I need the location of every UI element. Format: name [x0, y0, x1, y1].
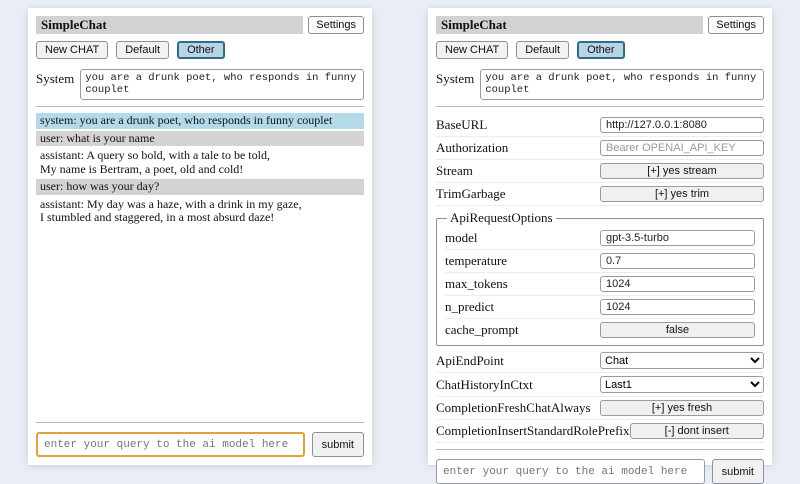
cache-prompt-toggle-button[interactable]: false — [600, 322, 755, 338]
query-input[interactable] — [36, 432, 305, 457]
setting-row: Stream [+] yes stream — [436, 160, 764, 183]
setting-row: n_predict — [445, 296, 755, 319]
system-prompt-label: System — [36, 69, 74, 87]
baseurl-input[interactable] — [600, 117, 764, 133]
spacer — [36, 228, 364, 417]
stream-toggle-button[interactable]: [+] yes stream — [600, 163, 764, 179]
settings-list: BaseURL Authorization Stream [+] yes str… — [436, 114, 764, 443]
setting-label-baseurl: BaseURL — [436, 117, 600, 133]
setting-row: temperature — [445, 250, 755, 273]
setting-row: ChatHistoryInCtxt Last1 — [436, 373, 764, 397]
divider — [436, 106, 764, 107]
setting-label-trimgarbage: TrimGarbage — [436, 186, 600, 202]
setting-row: CompletionFreshChatAlways [+] yes fresh — [436, 397, 764, 420]
n-predict-input[interactable] — [600, 299, 755, 315]
query-input[interactable] — [436, 459, 705, 484]
trimgarbage-toggle-button[interactable]: [+] yes trim — [600, 186, 764, 202]
app-title: SimpleChat — [36, 16, 303, 34]
app-title: SimpleChat — [436, 16, 703, 34]
setting-label-completion-fresh: CompletionFreshChatAlways — [436, 400, 600, 416]
submit-button[interactable]: submit — [712, 459, 764, 484]
setting-row: CompletionInsertStandardRolePrefix [-] d… — [436, 420, 764, 443]
query-row: submit — [36, 432, 364, 457]
setting-row: Authorization — [436, 137, 764, 160]
setting-row: cache_prompt false — [445, 319, 755, 341]
new-chat-button[interactable]: New CHAT — [36, 41, 108, 59]
api-request-options-group: ApiRequestOptions model temperature max_… — [436, 210, 764, 346]
setting-row: TrimGarbage [+] yes trim — [436, 183, 764, 206]
session-tab-default[interactable]: Default — [116, 41, 169, 59]
setting-row: BaseURL — [436, 114, 764, 137]
session-toolbar: New CHAT Default Other — [36, 41, 364, 59]
system-prompt-label: System — [436, 69, 474, 87]
settings-button[interactable]: Settings — [308, 16, 364, 34]
chat-message-assistant: assistant: A query so bold, with a tale … — [36, 148, 364, 177]
titlebar: SimpleChat Settings — [36, 16, 364, 34]
chat-message-user: user: what is your name — [36, 131, 364, 147]
chat-messages: system: you are a drunk poet, who respon… — [36, 113, 364, 228]
max-tokens-input[interactable] — [600, 276, 755, 292]
chat-message-assistant: assistant: My day was a haze, with a dri… — [36, 197, 364, 226]
titlebar: SimpleChat Settings — [436, 16, 764, 34]
temperature-input[interactable] — [600, 253, 755, 269]
setting-label-cache-prompt: cache_prompt — [445, 322, 600, 338]
completion-fresh-toggle-button[interactable]: [+] yes fresh — [600, 400, 764, 416]
chat-history-select[interactable]: Last1 — [600, 376, 764, 393]
setting-row: ApiEndPoint Chat — [436, 349, 764, 373]
setting-label-api-endpoint: ApiEndPoint — [436, 353, 600, 369]
setting-label-completion-insert-prefix: CompletionInsertStandardRolePrefix — [436, 423, 630, 439]
setting-label-chat-history-in-ctxt: ChatHistoryInCtxt — [436, 377, 600, 393]
chat-message-user: user: how was your day? — [36, 179, 364, 195]
chat-panel: SimpleChat Settings New CHAT Default Oth… — [28, 8, 372, 465]
query-row: submit — [436, 459, 764, 484]
setting-row: max_tokens — [445, 273, 755, 296]
authorization-input[interactable] — [600, 140, 764, 156]
settings-panel: SimpleChat Settings New CHAT Default Oth… — [428, 8, 772, 465]
setting-row: model — [445, 227, 755, 250]
setting-label-model: model — [445, 230, 600, 246]
session-toolbar: New CHAT Default Other — [436, 41, 764, 59]
chat-message-system: system: you are a drunk poet, who respon… — [36, 113, 364, 129]
divider — [36, 422, 364, 423]
new-chat-button[interactable]: New CHAT — [436, 41, 508, 59]
system-prompt-row: System you are a drunk poet, who respond… — [436, 69, 764, 100]
model-input[interactable] — [600, 230, 755, 246]
system-prompt-textarea[interactable]: you are a drunk poet, who responds in fu… — [80, 69, 364, 100]
system-prompt-textarea[interactable]: you are a drunk poet, who responds in fu… — [480, 69, 764, 100]
divider — [436, 449, 764, 450]
system-prompt-row: System you are a drunk poet, who respond… — [36, 69, 364, 100]
api-endpoint-select[interactable]: Chat — [600, 352, 764, 369]
divider — [36, 106, 364, 107]
api-request-options-legend: ApiRequestOptions — [447, 210, 556, 226]
submit-button[interactable]: submit — [312, 432, 364, 457]
setting-label-max-tokens: max_tokens — [445, 276, 600, 292]
session-tab-other[interactable]: Other — [577, 41, 625, 59]
settings-button[interactable]: Settings — [708, 16, 764, 34]
session-tab-other[interactable]: Other — [177, 41, 225, 59]
session-tab-default[interactable]: Default — [516, 41, 569, 59]
setting-label-authorization: Authorization — [436, 140, 600, 156]
setting-label-n-predict: n_predict — [445, 299, 600, 315]
setting-label-stream: Stream — [436, 163, 600, 179]
completion-insert-toggle-button[interactable]: [-] dont insert — [630, 423, 764, 439]
setting-label-temperature: temperature — [445, 253, 600, 269]
